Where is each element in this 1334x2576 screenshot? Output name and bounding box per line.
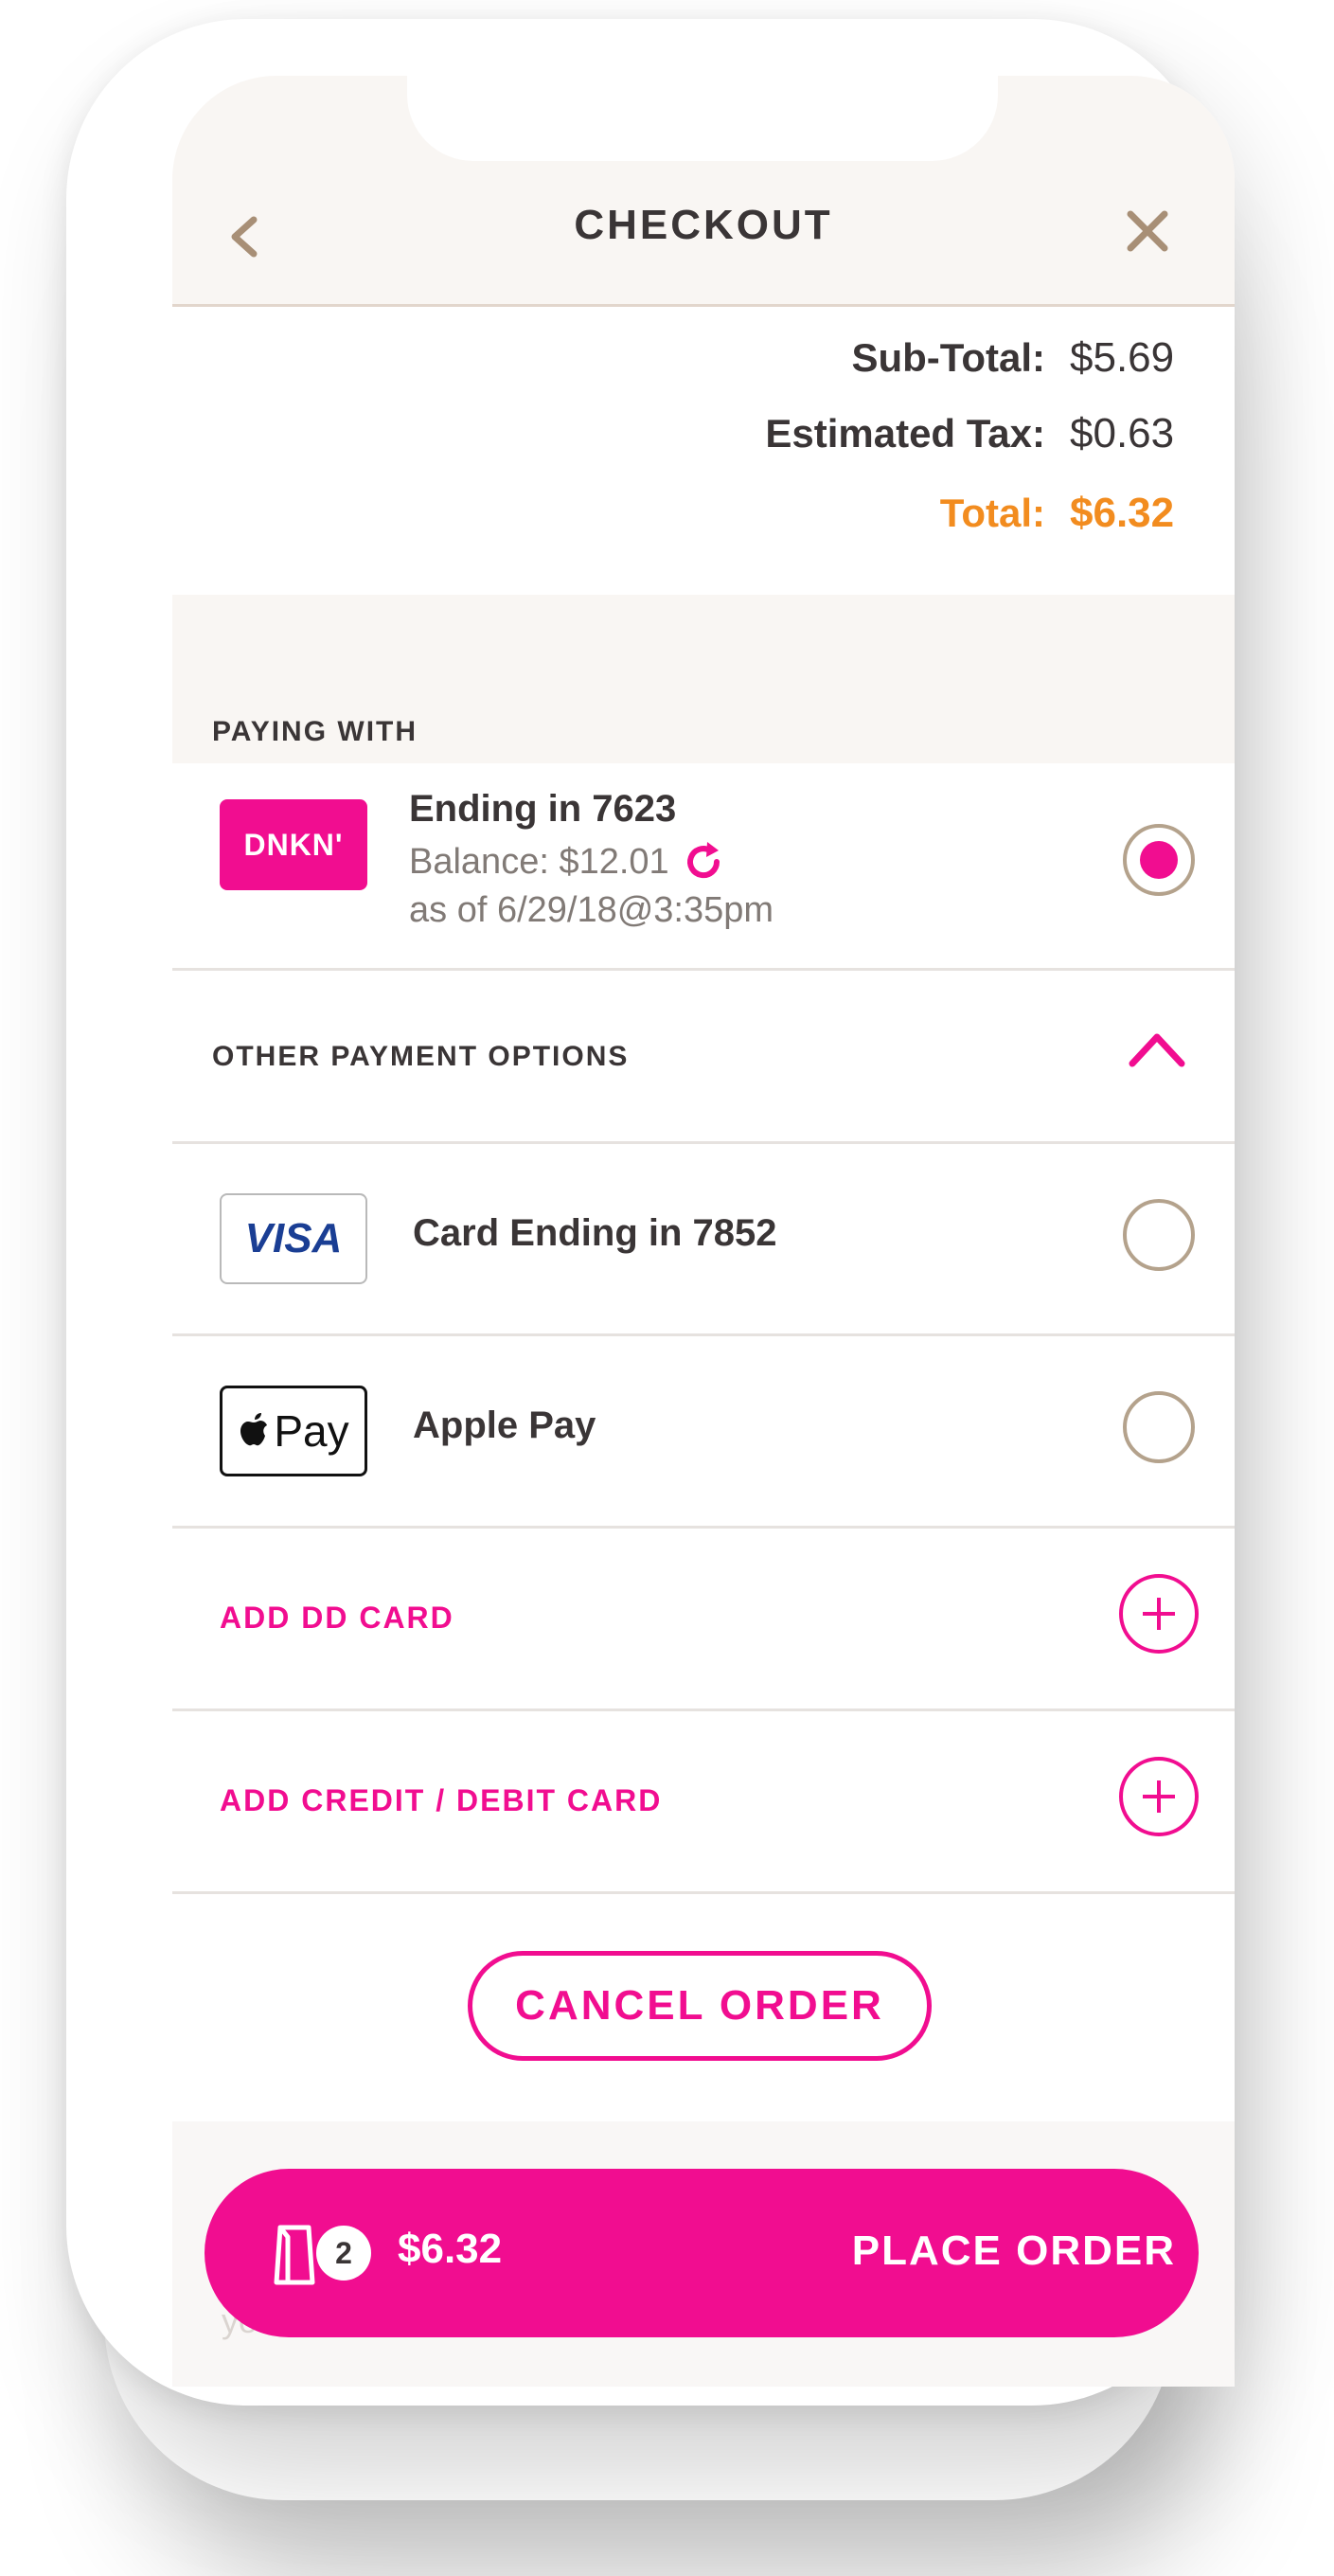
- visa-logo: VISA: [220, 1193, 367, 1284]
- dd-card-radio[interactable]: [1123, 824, 1195, 896]
- dd-card-balance-line: Balance: $12.01: [409, 839, 726, 885]
- page-title: CHECKOUT: [574, 202, 833, 248]
- dd-card-as-of: as of 6/29/18@3:35pm: [409, 890, 774, 930]
- refresh-icon[interactable]: [681, 839, 726, 885]
- paying-with-header: PAYING WITH: [172, 595, 1235, 763]
- total-row: Total: $6.32: [940, 485, 1193, 542]
- phone-frame: CHECKOUT Sub-Total: $5.69 Estimated Tax:…: [66, 19, 1235, 2406]
- apple-pay-option[interactable]: Pay Apple Pay: [172, 1336, 1235, 1529]
- apple-pay-label: Apple Pay: [413, 1404, 596, 1446]
- paying-with-title: PAYING WITH: [212, 716, 418, 747]
- checkout-header: CHECKOUT: [172, 76, 1235, 307]
- apple-icon: [240, 1413, 268, 1446]
- other-payment-options-toggle[interactable]: OTHER PAYMENT OPTIONS: [172, 971, 1235, 1144]
- close-icon[interactable]: [1119, 203, 1176, 259]
- dd-card-title: Ending in 7623: [409, 788, 677, 830]
- add-credit-card-plus-icon[interactable]: [1119, 1757, 1199, 1836]
- apple-pay-logo-text: Pay: [274, 1406, 349, 1456]
- dd-card-balance: Balance: $12.01: [409, 841, 669, 882]
- other-payment-options-title: OTHER PAYMENT OPTIONS: [212, 1041, 630, 1072]
- cancel-order-button[interactable]: CANCEL ORDER: [468, 1951, 932, 2061]
- screen: CHECKOUT Sub-Total: $5.69 Estimated Tax:…: [172, 76, 1235, 2387]
- place-order-label: PLACE ORDER: [851, 2227, 1176, 2274]
- total-label: Total:: [939, 491, 1045, 535]
- subtotal-row: Sub-Total: $5.69: [851, 330, 1193, 386]
- tax-value: $0.63: [1070, 410, 1175, 456]
- add-dd-card-plus-icon[interactable]: [1119, 1574, 1199, 1654]
- total-value: $6.32: [1070, 490, 1175, 536]
- subtotal-value: $5.69: [1070, 334, 1175, 381]
- visa-card-radio[interactable]: [1123, 1199, 1195, 1271]
- add-dd-card-label: ADD DD CARD: [220, 1601, 454, 1635]
- dd-card-option[interactable]: DNKN' Ending in 7623 Balance: $12.01 as …: [172, 763, 1235, 971]
- add-credit-card-label: ADD CREDIT / DEBIT CARD: [220, 1783, 663, 1817]
- visa-card-option[interactable]: VISA Card Ending in 7852: [172, 1144, 1235, 1336]
- chevron-up-icon[interactable]: [1125, 1026, 1189, 1071]
- tax-label: Estimated Tax:: [765, 411, 1045, 456]
- cart-count-badge: 2: [316, 2226, 371, 2281]
- visa-card-label: Card Ending in 7852: [413, 1212, 777, 1254]
- place-order-button[interactable]: 2 $6.32 PLACE ORDER: [205, 2169, 1199, 2337]
- place-order-total: $6.32: [398, 2226, 503, 2272]
- apple-pay-logo: Pay: [220, 1386, 367, 1476]
- apple-pay-radio[interactable]: [1123, 1391, 1195, 1463]
- tax-row: Estimated Tax: $0.63: [765, 405, 1193, 462]
- add-dd-card-row[interactable]: ADD DD CARD: [172, 1529, 1235, 1711]
- add-credit-card-row[interactable]: ADD CREDIT / DEBIT CARD: [172, 1711, 1235, 1894]
- dunkin-card-logo: DNKN': [220, 799, 367, 890]
- device-notch: [407, 76, 998, 161]
- subtotal-label: Sub-Total:: [851, 335, 1045, 380]
